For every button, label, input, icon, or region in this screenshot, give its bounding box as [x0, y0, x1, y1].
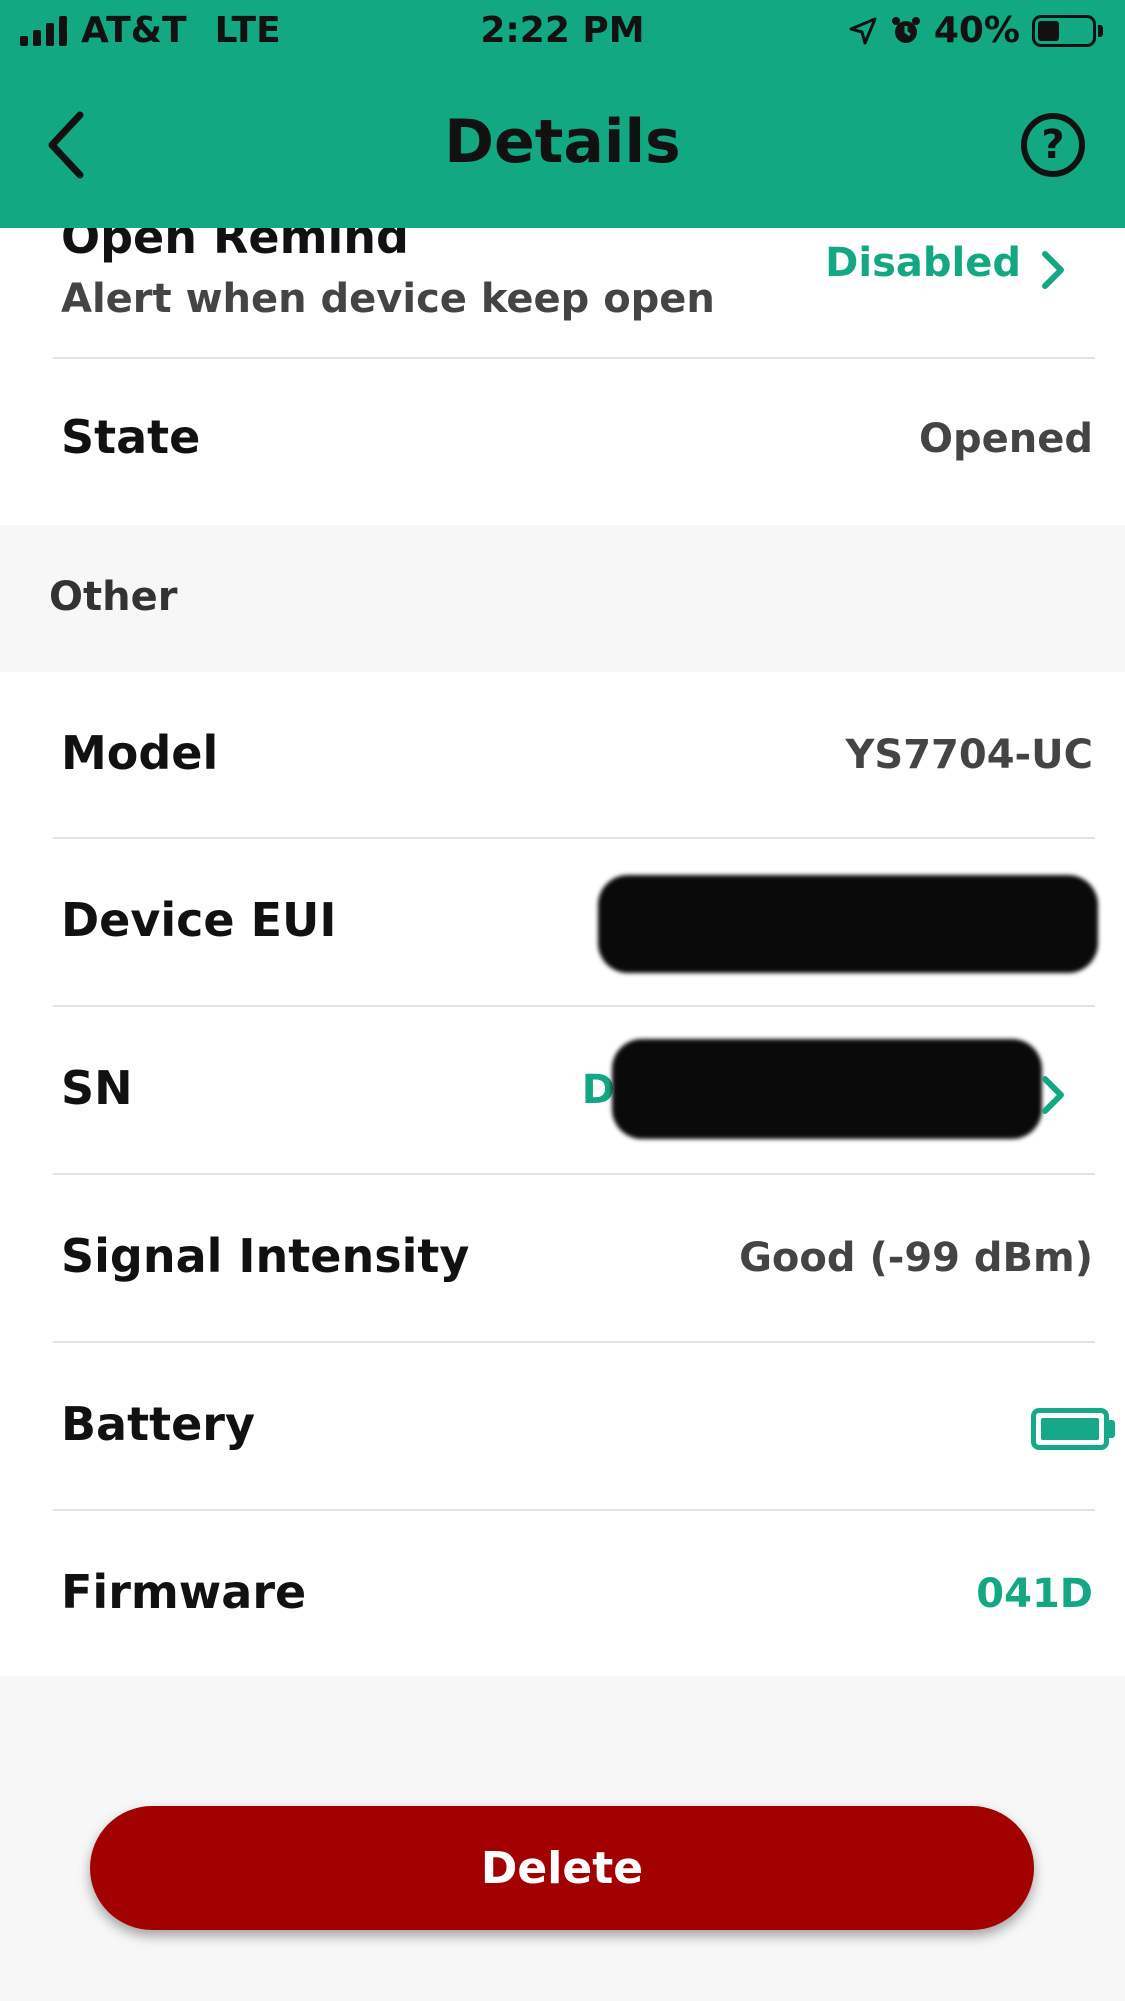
state-label: State: [61, 410, 201, 464]
battery-label: Battery: [61, 1397, 255, 1451]
redaction-mark: [612, 1039, 1042, 1139]
state-row: State Opened: [0, 358, 1125, 524]
firmware-row: Firmware 041D: [0, 1511, 1125, 1677]
device-eui-row: Device EUI d88b4c0200009aa5: [0, 839, 1125, 1005]
open-remind-sublabel: Alert when device keep open: [61, 276, 715, 322]
chevron-right-icon: [1042, 1076, 1064, 1114]
open-remind-value: Disabled: [825, 240, 1021, 286]
signal-label: Signal Intensity: [61, 1229, 470, 1283]
battery-percent: 40%: [933, 10, 1020, 51]
location-arrow-icon: [849, 17, 877, 44]
nav-bar: Details ?: [0, 85, 1125, 205]
page-title: Details: [444, 107, 681, 177]
battery-row: Battery: [0, 1343, 1125, 1509]
status-battery-icon: [1032, 14, 1103, 47]
firmware-label: Firmware: [61, 1565, 307, 1619]
redaction-mark: [598, 875, 1098, 973]
delete-button[interactable]: Delete: [90, 1806, 1034, 1930]
group-title-other: Other: [49, 574, 178, 620]
signal-value: Good (-99 dBm): [739, 1235, 1093, 1281]
sn-label: SN: [61, 1061, 133, 1115]
status-bar: AT&T LTE 2:22 PM 40%: [0, 0, 1125, 62]
firmware-value: 041D: [976, 1571, 1093, 1617]
chevron-right-icon: [1042, 251, 1064, 289]
details-screen: Open Remind Alert when device keep open …: [0, 0, 1125, 2001]
battery-tip: [1109, 1420, 1115, 1438]
model-label: Model: [61, 726, 219, 780]
sn-row[interactable]: SN D: [0, 1007, 1125, 1173]
battery-full-icon: [1031, 1408, 1109, 1450]
signal-row: Signal Intensity Good (-99 dBm): [0, 1175, 1125, 1341]
sn-value: D: [581, 1067, 615, 1113]
device-eui-label: Device EUI: [61, 893, 337, 947]
help-circle-icon[interactable]: ?: [1021, 113, 1085, 177]
app-header: AT&T LTE 2:22 PM 40% Details ?: [0, 0, 1125, 228]
state-value: Opened: [918, 416, 1093, 462]
model-value: YS7704-UC: [845, 732, 1093, 778]
model-row: Model YS7704-UC: [0, 672, 1125, 838]
alarm-clock-icon: [891, 16, 920, 43]
status-right: 40%: [848, 10, 1103, 51]
